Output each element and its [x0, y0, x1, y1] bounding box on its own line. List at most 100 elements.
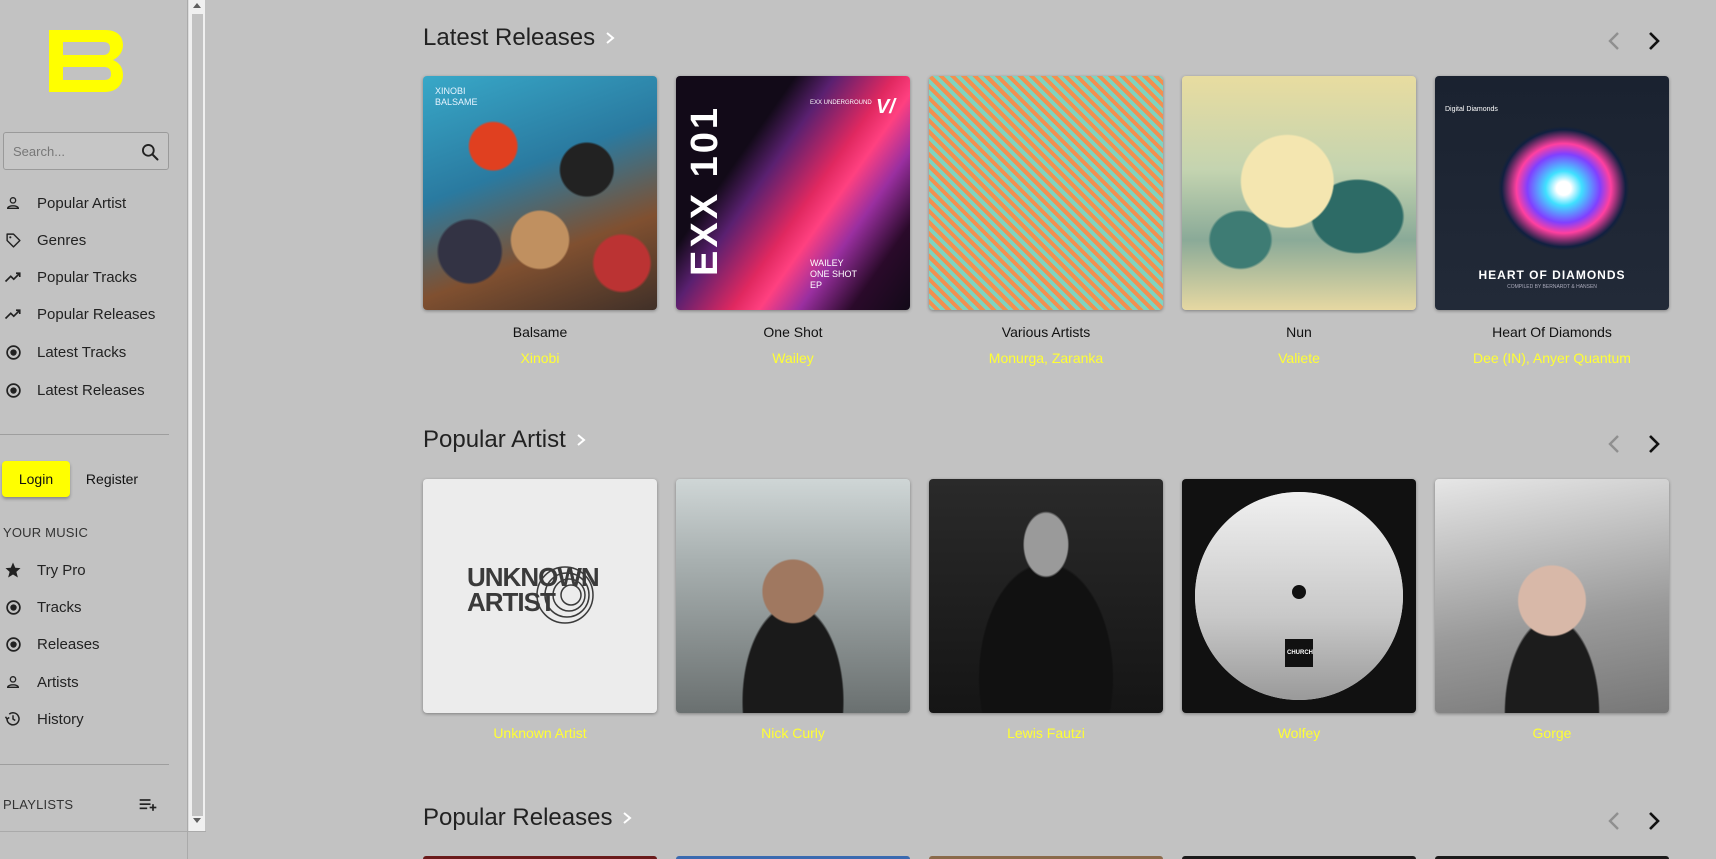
- divider: [0, 434, 169, 435]
- search-input[interactable]: [4, 133, 134, 169]
- radio-button-icon: [4, 635, 22, 653]
- artist-name[interactable]: Gorge: [1435, 725, 1669, 741]
- album-art-text: Digital Diamonds: [1445, 106, 1498, 113]
- artist-name[interactable]: Unknown Artist: [423, 725, 657, 741]
- section-title-label: Popular Releases: [423, 804, 613, 831]
- nav-item-history[interactable]: History: [0, 702, 170, 736]
- section-title-popular-releases[interactable]: Popular Releases: [423, 804, 633, 832]
- carousel-prev-button[interactable]: [1602, 432, 1626, 456]
- album-art-text: EXX UNDERGROUND: [810, 100, 872, 106]
- artist-name[interactable]: Lewis Fautzi: [929, 725, 1163, 741]
- artist-card[interactable]: UNKNOWN ARTIST Unknown Artist: [423, 479, 657, 741]
- album-art-text: CHURCH: [1287, 650, 1313, 656]
- section-title-label: Popular Artist: [423, 426, 566, 453]
- nav-item-latest-releases[interactable]: Latest Releases: [0, 373, 170, 407]
- carousel-prev-button[interactable]: [1602, 29, 1626, 53]
- section-title-popular-artist[interactable]: Popular Artist: [423, 426, 586, 454]
- sidebar-scrollbar[interactable]: [188, 0, 205, 832]
- nav-item-label: Releases: [37, 635, 100, 653]
- artist-name[interactable]: Wolfey: [1182, 725, 1416, 741]
- chevron-right-icon: [577, 434, 586, 446]
- carousel-next-button[interactable]: [1642, 809, 1666, 833]
- release-card[interactable]: EXX 101 EXX UNDERGROUND V/ WAILEY ONE SH…: [676, 76, 910, 366]
- artist-card[interactable]: Gorge: [1435, 479, 1669, 741]
- nav-item-label: Popular Tracks: [37, 268, 138, 286]
- nav-item-try-pro[interactable]: Try Pro: [0, 553, 170, 587]
- nav-item-label: Tracks: [37, 598, 82, 616]
- logo[interactable]: [49, 30, 123, 92]
- artist-image[interactable]: [676, 479, 910, 713]
- album-art-text: EXX 101: [684, 105, 726, 276]
- carousel-next-button[interactable]: [1642, 29, 1666, 53]
- nav-item-label: Latest Tracks: [37, 343, 127, 361]
- your-music-heading: YOUR MUSIC: [3, 525, 89, 540]
- nav-item-artists[interactable]: Artists: [0, 665, 170, 699]
- release-card[interactable]: Digital Diamonds HEART OF DIAMONDS COMPI…: [1435, 76, 1669, 366]
- nav-item-label: Popular Artist: [37, 194, 127, 212]
- artist-image[interactable]: [1435, 479, 1669, 713]
- artist-image[interactable]: [929, 479, 1163, 713]
- release-title[interactable]: Various Artists: [929, 324, 1163, 340]
- album-art-text: WAILEY ONE SHOT EP: [810, 258, 858, 290]
- nav-item-popular-tracks[interactable]: Popular Tracks: [0, 260, 170, 294]
- register-button[interactable]: Register: [78, 461, 146, 497]
- artist-card[interactable]: CHURCH Wolfey: [1182, 479, 1416, 741]
- release-card[interactable]: Nun Valiete: [1182, 76, 1416, 366]
- add-playlist-icon[interactable]: [137, 795, 159, 815]
- chevron-right-icon: [606, 32, 615, 44]
- chevron-left-icon: [1608, 435, 1619, 453]
- login-button[interactable]: Login: [2, 461, 70, 497]
- nav-item-label: Try Pro: [37, 561, 86, 579]
- album-art[interactable]: [929, 76, 1163, 310]
- chevron-right-icon: [1649, 435, 1660, 453]
- artist-image[interactable]: UNKNOWN ARTIST: [423, 479, 657, 713]
- release-card[interactable]: Various Artists Monurga, Zaranka: [929, 76, 1163, 366]
- nav-item-popular-releases[interactable]: Popular Releases: [0, 297, 170, 331]
- album-art[interactable]: Digital Diamonds HEART OF DIAMONDS COMPI…: [1435, 76, 1669, 310]
- radio-button-icon: [4, 381, 22, 399]
- album-art-text: COMPILED BY BERNARDT & HANSEN: [1507, 284, 1597, 290]
- nav-item-tracks[interactable]: Tracks: [0, 590, 170, 624]
- release-artist[interactable]: Dee (IN), Anyer Quantum: [1435, 350, 1669, 366]
- artist-card[interactable]: Nick Curly: [676, 479, 910, 741]
- star-icon: [4, 561, 22, 579]
- playlists-heading: PLAYLISTS: [3, 797, 74, 812]
- vinyl-disc-image: [1195, 492, 1403, 700]
- release-artist[interactable]: Wailey: [676, 350, 910, 366]
- release-card[interactable]: XINOBI BALSAME Balsame Xinobi: [423, 76, 657, 366]
- scrollbar-thumb[interactable]: [192, 14, 203, 816]
- section-title-latest-releases[interactable]: Latest Releases: [423, 24, 615, 52]
- carousel-prev-button[interactable]: [1602, 809, 1626, 833]
- chevron-left-icon: [1608, 812, 1619, 830]
- scroll-down-arrow-icon[interactable]: [193, 818, 201, 823]
- album-art-text: HEART OF DIAMONDS: [1478, 268, 1626, 282]
- history-icon: [4, 710, 22, 728]
- album-art[interactable]: EXX 101 EXX UNDERGROUND V/ WAILEY ONE SH…: [676, 76, 910, 310]
- chevron-right-icon: [623, 812, 633, 824]
- release-title[interactable]: Balsame: [423, 324, 657, 340]
- chevron-right-icon: [1649, 812, 1660, 830]
- artist-card[interactable]: Lewis Fautzi: [929, 479, 1163, 741]
- trending-up-icon: [4, 268, 22, 286]
- album-art[interactable]: XINOBI BALSAME: [423, 76, 657, 310]
- release-artist[interactable]: Valiete: [1182, 350, 1416, 366]
- sidebar: Popular Artist Genres Popular Tracks Pop…: [0, 0, 188, 859]
- nav-item-genres[interactable]: Genres: [0, 223, 170, 257]
- carousel-next-button[interactable]: [1642, 432, 1666, 456]
- release-artist[interactable]: Monurga, Zaranka: [929, 350, 1163, 366]
- album-art[interactable]: [1182, 76, 1416, 310]
- release-title[interactable]: Heart Of Diamonds: [1435, 324, 1669, 340]
- nav-item-popular-artist[interactable]: Popular Artist: [0, 186, 170, 220]
- nav-item-releases[interactable]: Releases: [0, 627, 170, 661]
- divider: [0, 764, 169, 765]
- section-title-label: Latest Releases: [423, 24, 596, 51]
- scroll-up-arrow-icon[interactable]: [193, 3, 201, 8]
- release-artist[interactable]: Xinobi: [423, 350, 657, 366]
- search-icon[interactable]: [140, 142, 160, 162]
- release-title[interactable]: Nun: [1182, 324, 1416, 340]
- artist-image[interactable]: CHURCH: [1182, 479, 1416, 713]
- artist-name[interactable]: Nick Curly: [676, 725, 910, 741]
- nav-item-latest-tracks[interactable]: Latest Tracks: [0, 335, 170, 369]
- circle-logo-icon: [536, 566, 594, 624]
- release-title[interactable]: One Shot: [676, 324, 910, 340]
